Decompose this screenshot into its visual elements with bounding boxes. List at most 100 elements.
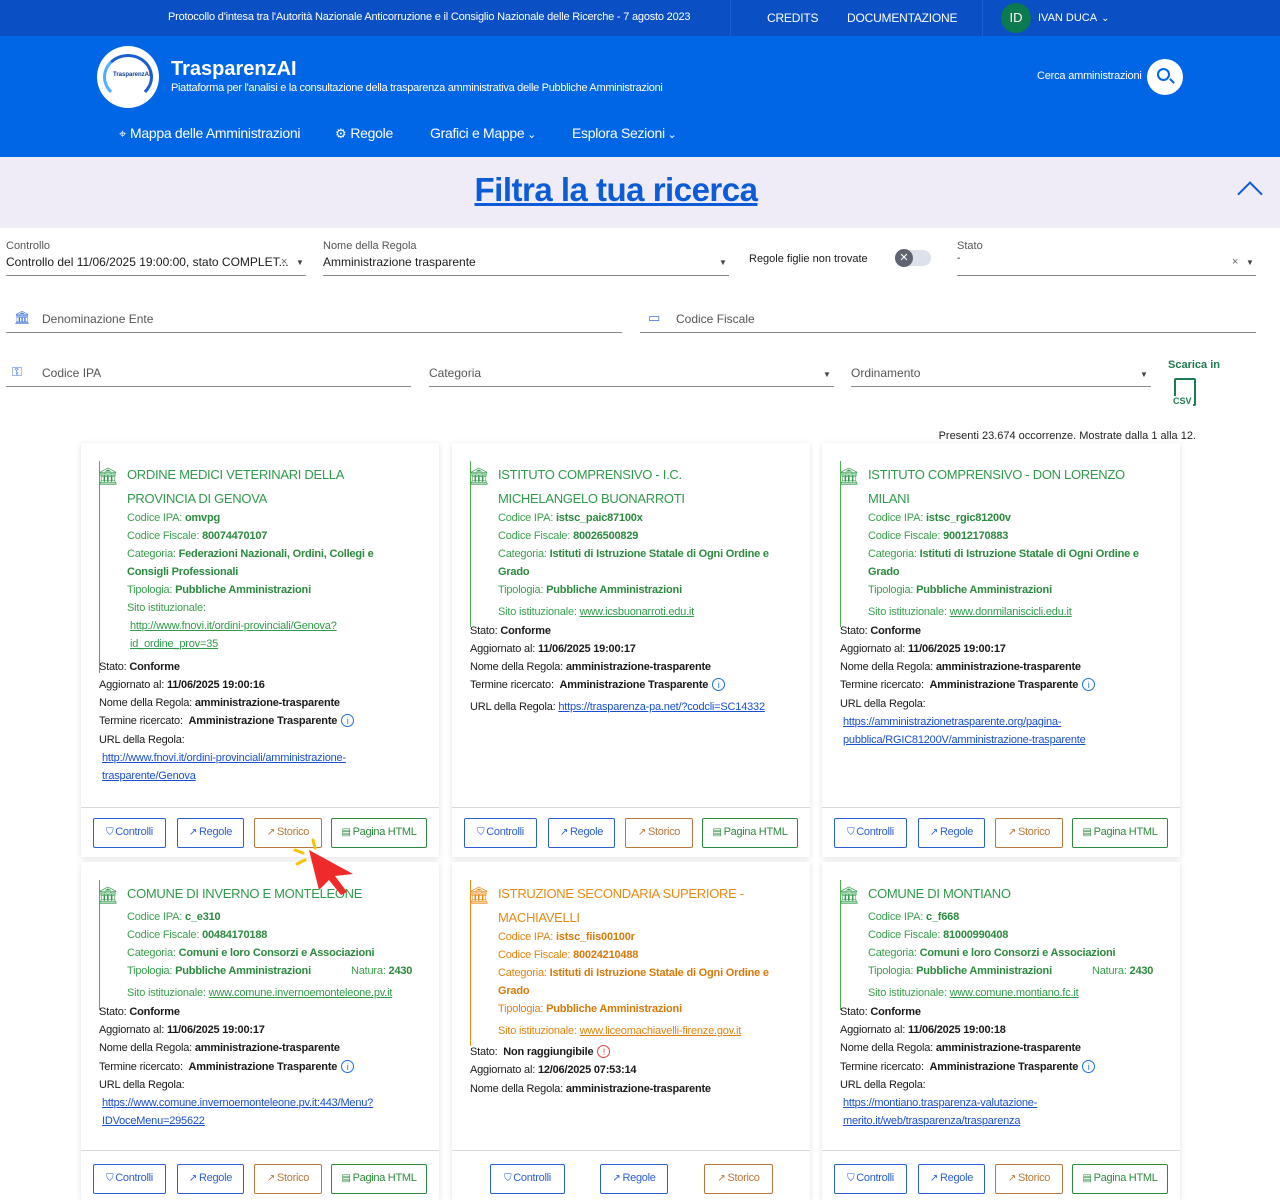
- url-regola-link[interactable]: https://www.comune.invernoemonteleone.pv…: [102, 1097, 373, 1109]
- credits-link[interactable]: CREDITS: [767, 11, 818, 25]
- sito-link[interactable]: www.comune.invernoemonteleone.pv.it: [209, 987, 393, 999]
- sito-link[interactable]: id_ordine_prov=35: [130, 638, 218, 650]
- caret-down-icon[interactable]: ▼: [1140, 370, 1148, 379]
- csv-file-icon[interactable]: CSV: [1172, 378, 1196, 406]
- clear-icon[interactable]: ×: [1232, 256, 1238, 268]
- ordinamento-select[interactable]: Ordinamento: [851, 366, 920, 380]
- user-menu[interactable]: IVAN DUCA: [1038, 12, 1109, 24]
- regole-button[interactable]: ↗ Regole: [548, 818, 615, 848]
- storico-button[interactable]: ↗ Storico: [625, 818, 693, 848]
- info-icon[interactable]: i: [1082, 1060, 1096, 1073]
- url-regola-link[interactable]: http://www.fnovi.it/ordini-provinciali/a…: [102, 752, 346, 764]
- controlli-button[interactable]: ⛉ Controlli: [464, 818, 537, 848]
- search-button[interactable]: [1147, 59, 1183, 95]
- pagina-html-button[interactable]: ▤ Pagina HTML: [702, 818, 798, 848]
- controllo-select[interactable]: Controllo del 11/06/2025 19:00:00, stato…: [6, 255, 289, 269]
- shield-icon: ⛉: [106, 1173, 114, 1184]
- stato-select[interactable]: -: [957, 253, 960, 264]
- chart-icon: ↗: [637, 827, 646, 838]
- warning-icon[interactable]: !: [597, 1045, 611, 1058]
- filter-banner[interactable]: Filtra la tua ricerca: [0, 157, 1280, 228]
- regole-button[interactable]: ↗ Regole: [918, 1164, 985, 1194]
- trasparenzai-logo[interactable]: TrasparenzAI: [97, 46, 159, 108]
- info-icon[interactable]: i: [341, 714, 355, 727]
- institution-icon: 🏛: [838, 467, 860, 486]
- regole-figlie-label: Regole figlie non trovate: [749, 253, 868, 265]
- search-label[interactable]: Cerca amministrazioni: [1037, 70, 1142, 82]
- filter-title[interactable]: Filtra la tua ricerca: [0, 171, 1232, 209]
- brand-name[interactable]: TrasparenzAI: [171, 58, 297, 81]
- csv-download-label[interactable]: Scarica in: [1168, 359, 1220, 371]
- regole-figlie-toggle[interactable]: ✕: [895, 249, 931, 267]
- close-icon: ✕: [895, 249, 913, 267]
- card-title[interactable]: 🏛 ORDINE MEDICI VETERINARI DELLA PROVINCIA…: [97, 463, 427, 511]
- url-regola-link[interactable]: https://amministrazionetrasparente.org/p…: [843, 716, 1061, 728]
- storico-button[interactable]: ↗ Storico: [704, 1164, 773, 1194]
- card-title[interactable]: 🏛 ISTITUTO COMPRENSIVO - I.C. MICHELANGELO…: [468, 463, 798, 511]
- regole-button[interactable]: ↗ Regole: [918, 818, 985, 848]
- card-title[interactable]: 🏛 COMUNE DI MONTIANO: [838, 882, 1168, 906]
- nav-grafici[interactable]: Grafici e Mappe: [430, 125, 536, 141]
- denominazione-input[interactable]: Denominazione Ente: [42, 312, 153, 326]
- chart-icon: ↗: [266, 827, 275, 838]
- storico-button[interactable]: ↗ Storico: [995, 1164, 1063, 1194]
- pagina-html-button[interactable]: ▤ Pagina HTML: [1072, 1164, 1168, 1194]
- documentation-link[interactable]: DOCUMENTAZIONE: [847, 11, 958, 25]
- regola-select[interactable]: Amministrazione trasparente: [323, 255, 476, 269]
- caret-down-icon[interactable]: ▼: [823, 370, 831, 379]
- url-regola-link[interactable]: https://montiano.trasparenza-valutazione…: [843, 1097, 1037, 1109]
- chart-icon: ↗: [1007, 827, 1016, 838]
- regole-button[interactable]: ↗ Regole: [600, 1164, 668, 1194]
- caret-down-icon[interactable]: ▼: [1246, 258, 1254, 267]
- sito-link[interactable]: www.liceomachiavelli-firenze.gov.it: [580, 1025, 742, 1037]
- codice-ipa-input[interactable]: Codice IPA: [42, 366, 101, 380]
- key-icon: ⚿: [12, 364, 22, 379]
- clear-icon[interactable]: ×: [281, 256, 287, 268]
- nav-mappa[interactable]: ⌖ Mappa delle Amministrazioni: [119, 125, 300, 142]
- controlli-button[interactable]: ⛉ Controlli: [93, 818, 166, 848]
- sito-link[interactable]: www.comune.montiano.fc.it: [950, 987, 1079, 999]
- result-card: 🏛 ISTRUZIONE SECONDARIA SUPERIORE - MACHIA…: [452, 862, 810, 1200]
- pagina-html-button[interactable]: ▤ Pagina HTML: [331, 818, 427, 848]
- result-card: 🏛 ISTITUTO COMPRENSIVO - DON LORENZO MILAN…: [822, 443, 1180, 857]
- url-regola-link[interactable]: merito.it/web/trasparenza/trasparenza: [843, 1115, 1020, 1127]
- controlli-button[interactable]: ⛉ Controlli: [834, 1164, 907, 1194]
- info-icon[interactable]: i: [712, 678, 726, 691]
- pagina-html-button[interactable]: ▤ Pagina HTML: [1072, 818, 1168, 848]
- institution-icon: 🏛: [97, 886, 119, 905]
- nav-regole[interactable]: ⚙ Regole: [335, 125, 393, 142]
- caret-down-icon[interactable]: ▼: [296, 258, 304, 267]
- info-icon[interactable]: i: [1082, 678, 1096, 691]
- controlli-button[interactable]: ⛉ Controlli: [834, 818, 907, 848]
- regole-button[interactable]: ↗ Regole: [177, 818, 244, 848]
- storico-button[interactable]: ↗ Storico: [254, 1164, 322, 1194]
- url-regola-link[interactable]: pubblica/RGIC81200V/amministrazione-tras…: [843, 734, 1086, 746]
- pagina-html-button[interactable]: ▤ Pagina HTML: [331, 1164, 427, 1194]
- nav-esplora[interactable]: Esplora Sezioni: [572, 125, 676, 141]
- sito-link[interactable]: http://www.fnovi.it/ordini-provinciali/G…: [130, 620, 337, 632]
- caret-down-icon[interactable]: ▼: [719, 258, 727, 267]
- card-title[interactable]: 🏛 ISTITUTO COMPRENSIVO - DON LORENZO MILAN…: [838, 463, 1168, 511]
- regole-button[interactable]: ↗ Regole: [177, 1164, 244, 1194]
- chart-icon: ↗: [717, 1173, 726, 1184]
- controlli-button[interactable]: ⛉ Controlli: [490, 1164, 565, 1194]
- card-title[interactable]: 🏛 COMUNE DI INVERNO E MONTELEONE: [97, 882, 427, 906]
- shield-icon: ⛉: [504, 1173, 512, 1184]
- url-regola-link[interactable]: https://trasparenza-pa.net/?codcli=SC143…: [558, 701, 765, 713]
- info-icon[interactable]: i: [341, 1060, 355, 1073]
- institution-icon: 🏛: [468, 886, 490, 905]
- result-card: 🏛 COMUNE DI INVERNO E MONTELEONE Codice I…: [81, 862, 439, 1200]
- storico-button[interactable]: ↗ Storico: [995, 818, 1063, 848]
- url-regola-link[interactable]: IDVoceMenu=295622: [102, 1115, 205, 1127]
- storico-button[interactable]: ↗ Storico: [254, 818, 322, 848]
- card-title[interactable]: 🏛 ISTRUZIONE SECONDARIA SUPERIORE - MACHIA…: [468, 882, 798, 930]
- controlli-button[interactable]: ⛉ Controlli: [93, 1164, 166, 1194]
- sito-link[interactable]: www.icsbuonarroti.edu.it: [580, 606, 695, 618]
- avatar[interactable]: ID: [1001, 3, 1031, 33]
- categoria-select[interactable]: Categoria: [429, 366, 481, 380]
- url-regola-link[interactable]: trasparente/Genova: [102, 770, 196, 782]
- chart-icon: ↗: [612, 1173, 621, 1184]
- chart-icon: ↗: [188, 827, 198, 838]
- sito-link[interactable]: www.donmilaniscicli.edu.it: [950, 606, 1072, 618]
- codice-fiscale-input[interactable]: Codice Fiscale: [676, 312, 755, 326]
